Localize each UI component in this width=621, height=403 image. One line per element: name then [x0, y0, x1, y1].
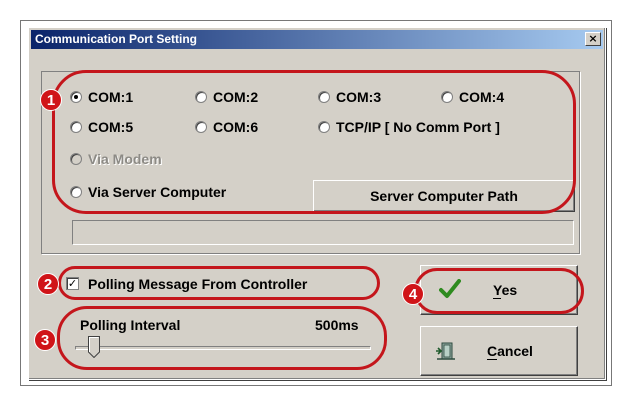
server-computer-path-button[interactable]: Server Computer Path — [313, 180, 575, 212]
radio-selected-dot — [74, 95, 78, 99]
radio-label: COM:3 — [336, 89, 382, 105]
yes-label: Yes — [493, 282, 518, 298]
radio-circle — [70, 153, 82, 165]
checkmark-icon — [439, 279, 461, 298]
radio-circle — [441, 91, 453, 103]
yes-button[interactable]: Yes — [420, 265, 578, 315]
cancel-button[interactable]: Cancel — [420, 326, 578, 376]
server-path-field[interactable] — [72, 220, 574, 245]
radio-circle — [318, 121, 330, 133]
window-title: Communication Port Setting — [35, 32, 197, 46]
close-button[interactable]: × — [585, 32, 601, 46]
radio-circle — [70, 186, 82, 198]
radio-label: COM:5 — [88, 119, 134, 135]
radio-label: COM:2 — [213, 89, 259, 105]
radio-label: TCP/IP [ No Comm Port ] — [336, 119, 500, 135]
polling-interval-track[interactable] — [75, 346, 371, 350]
radio-circle — [70, 91, 82, 103]
title-bar[interactable]: Communication Port Setting × — [31, 30, 603, 49]
radio-label: COM:6 — [213, 119, 259, 135]
radio-label: COM:1 — [88, 89, 134, 105]
radio-circle — [318, 91, 330, 103]
polling-message-label[interactable]: Polling Message From Controller — [88, 276, 307, 292]
callout-badge-3: 3 — [34, 329, 56, 351]
door-exit-icon — [436, 342, 455, 360]
radio-circle — [70, 121, 82, 133]
radio-label: Via Modem — [88, 151, 162, 167]
cancel-label: Cancel — [487, 343, 533, 359]
radio-circle — [195, 91, 207, 103]
polling-interval-value: 500ms — [315, 317, 359, 333]
callout-badge-1: 1 — [40, 89, 62, 111]
polling-message-checkbox[interactable]: ✓ — [66, 277, 79, 290]
callout-badge-4: 4 — [402, 283, 424, 305]
polling-interval-label: Polling Interval — [80, 317, 181, 333]
radio-label: Via Server Computer — [88, 184, 227, 200]
yes-accelerator-underline — [493, 298, 501, 299]
callout-badge-2: 2 — [37, 273, 59, 295]
radio-circle — [195, 121, 207, 133]
radio-label: COM:4 — [459, 89, 505, 105]
cancel-accelerator-underline — [487, 359, 497, 360]
polling-interval-thumb[interactable] — [88, 336, 100, 358]
